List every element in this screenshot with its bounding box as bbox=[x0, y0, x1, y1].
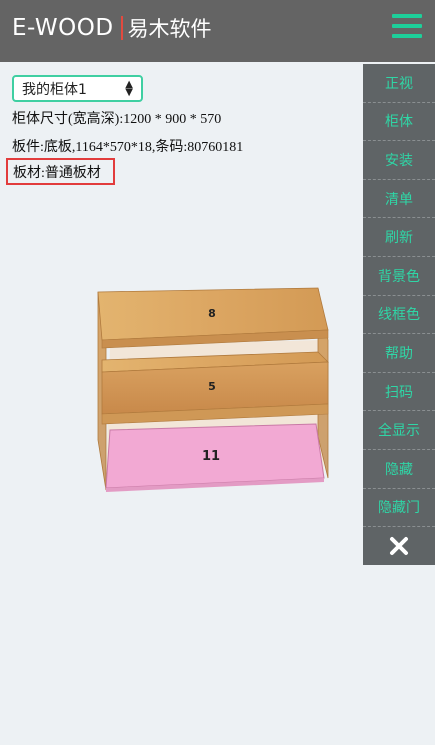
app-header: E-WOOD 易木软件 bbox=[0, 0, 435, 62]
cabinet-select-value: 我的柜体1 bbox=[22, 81, 87, 98]
panel-info: 板件:底板,1164*570*18,条码:80760181 bbox=[12, 140, 244, 155]
sidebar-item-hide[interactable]: 隐藏 bbox=[363, 449, 435, 489]
sidebar-item-scan[interactable]: 扫码 bbox=[363, 372, 435, 412]
sidebar-item-front-view[interactable]: 正视 bbox=[363, 64, 435, 103]
cabinet-3d-model[interactable]: 11 5 8 bbox=[92, 280, 337, 495]
brand-name: 易木软件 bbox=[127, 17, 212, 41]
select-caret-icon: ▲ ▼ bbox=[125, 79, 133, 98]
sidebar-item-install[interactable]: 安装 bbox=[363, 141, 435, 180]
brand-logo: E-WOOD bbox=[12, 15, 114, 41]
sidebar-item-cabinet[interactable]: 柜体 bbox=[363, 102, 435, 142]
close-icon[interactable] bbox=[363, 527, 435, 566]
sidebar-item-refresh[interactable]: 刷新 bbox=[363, 218, 435, 257]
top-panel-label: 8 bbox=[208, 307, 216, 320]
brand: E-WOOD 易木软件 bbox=[12, 13, 212, 43]
sidebar-item-help[interactable]: 帮助 bbox=[363, 334, 435, 373]
middle-shelf-label: 5 bbox=[208, 380, 216, 393]
cabinet-dimensions: 柜体尺寸(宽高深):1200 * 900 * 570 bbox=[12, 112, 222, 127]
brand-separator bbox=[120, 16, 123, 40]
sidebar-item-hide-door[interactable]: 隐藏门 bbox=[363, 488, 435, 528]
sidebar-item-show-all[interactable]: 全显示 bbox=[363, 411, 435, 450]
cabinet-select[interactable]: 我的柜体1 ▲ ▼ bbox=[12, 75, 143, 102]
sidebar-item-list[interactable]: 清单 bbox=[363, 179, 435, 219]
material-info: 板材:普通板材 bbox=[13, 165, 101, 181]
material-info-box: 板材:普通板材 bbox=[6, 158, 115, 185]
hamburger-menu-icon[interactable] bbox=[392, 14, 422, 38]
bottom-panel-label: 11 bbox=[202, 449, 220, 464]
sidebar-item-wireframe-color[interactable]: 线框色 bbox=[363, 295, 435, 335]
sidebar-item-background-color[interactable]: 背景色 bbox=[363, 256, 435, 296]
sidebar: 正视 柜体 安装 清单 刷新 背景色 线框色 帮助 扫码 全显示 隐藏 隐藏门 bbox=[363, 64, 435, 566]
